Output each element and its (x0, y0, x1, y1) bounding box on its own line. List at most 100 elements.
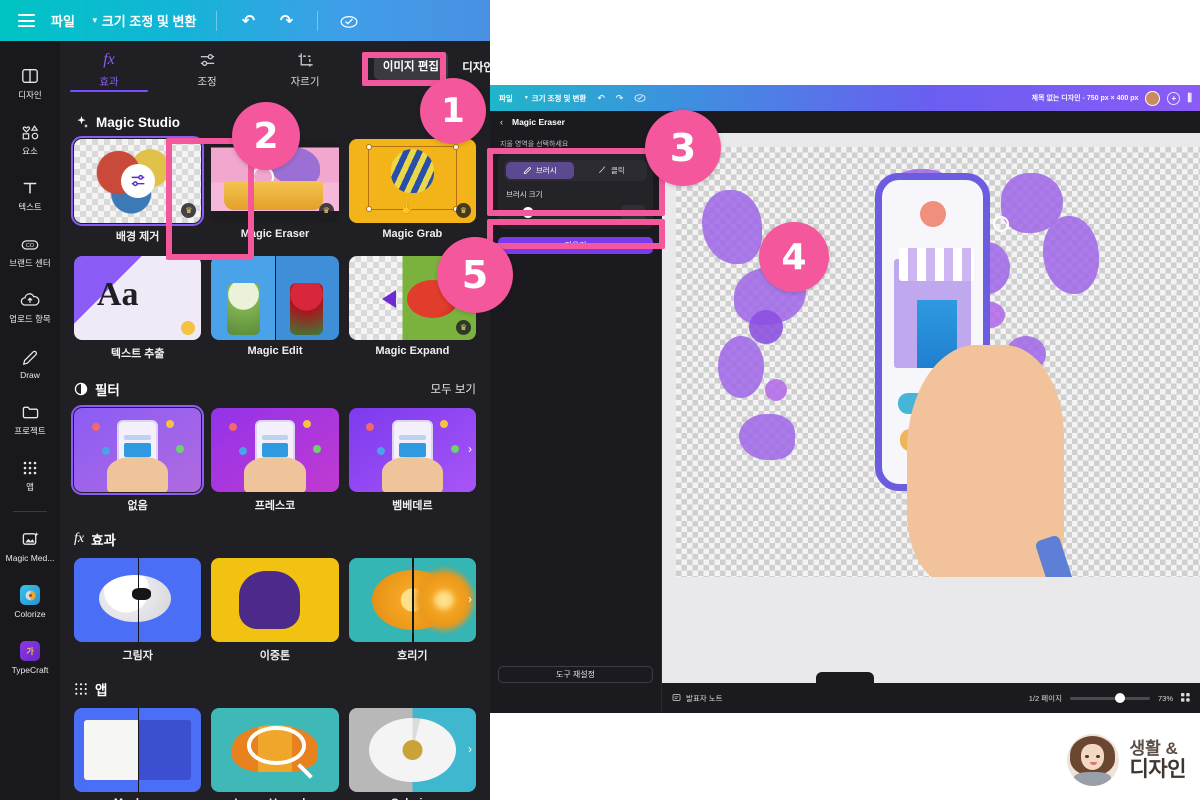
plus-icon[interactable]: + (1167, 91, 1181, 105)
card-text-extract[interactable]: Aa 텍스트 추출 (74, 256, 202, 361)
elements-icon (20, 121, 40, 143)
toolbar-divider-2 (317, 10, 319, 31)
notes-icon (672, 693, 681, 704)
crop-icon (296, 49, 315, 71)
bar-chart-icon[interactable]: ⫼ (1187, 93, 1192, 104)
sidebar-item-colorize[interactable]: Colorize (0, 574, 60, 630)
section-title: Magic Studio (96, 115, 180, 130)
card-filter-none[interactable]: 없음 (70, 405, 205, 513)
grid-view-icon[interactable] (1181, 692, 1190, 704)
sidebar-label: TypeCraft (11, 665, 49, 676)
zoom-slider[interactable] (1069, 692, 1150, 703)
fx-icon: fx (74, 531, 85, 546)
design-tab-label[interactable]: 디자인 (462, 59, 490, 75)
annotation-badge-4: 4 (759, 222, 829, 292)
cloud-check-icon[interactable] (634, 93, 646, 104)
design-icon (21, 65, 39, 87)
reset-tool-button[interactable]: 도구 재설정 (498, 666, 653, 683)
filters-next-arrow-icon[interactable]: › (461, 440, 479, 458)
tab-adjust[interactable]: 조정 (158, 41, 256, 97)
card-label: 프레스코 (254, 500, 296, 512)
apps-icon (22, 457, 38, 479)
inset-toolbar: 파일 ▼ 크기 조정 및 변환 ↶ ↷ 제목 없는 디자인 - 750 px ×… (490, 85, 1200, 111)
chevron-down-icon: ▼ (523, 95, 529, 101)
card-magic-grab[interactable]: ✋ ♛ Magic Grab (348, 139, 476, 244)
tab-crop[interactable]: 자르기 (256, 41, 354, 97)
effects-grid: 그림자 이중톤 흐리기 › (74, 558, 476, 663)
undo-icon[interactable]: ↶ (237, 10, 259, 32)
colorize-icon (20, 584, 40, 606)
card-filter-fresco[interactable]: 프레스코 (211, 408, 339, 513)
card-magic-edit[interactable]: Magic Edit (211, 256, 339, 361)
section-title: 효과 (91, 533, 116, 548)
thumbnail (74, 708, 202, 792)
inset-file-menu[interactable]: 파일 (499, 93, 513, 104)
redo-icon[interactable]: ↷ (275, 10, 297, 32)
see-all-filters[interactable]: 모두 보기 (430, 381, 476, 397)
sidebar-item-typecraft[interactable]: 가 TypeCraft (0, 630, 60, 686)
card-label: Magic Grab (382, 228, 443, 240)
sidebar-item-apps[interactable]: 앱 (0, 447, 60, 503)
tab-effects[interactable]: fx 효과 (60, 41, 158, 97)
split-line (412, 558, 414, 642)
thumbnail (211, 256, 339, 340)
resize-convert-menu[interactable]: ▼ 크기 조정 및 변환 (91, 11, 196, 30)
tab-label: 자르기 (290, 76, 320, 88)
sidebar-item-draw[interactable]: Draw (0, 335, 60, 391)
card-effect-blur[interactable]: 흐리기 (348, 558, 476, 663)
inset-subheader: ‹ Magic Eraser (490, 111, 662, 133)
card-app-image-upscaler[interactable]: Image Upscaler (211, 708, 339, 800)
effects-next-arrow-icon[interactable]: › (461, 590, 479, 608)
typecraft-badge: 가 (20, 641, 40, 662)
sidebar-item-elements[interactable]: 요소 (0, 111, 60, 167)
svg-text:CO: CO (26, 243, 34, 249)
inset-resize-menu[interactable]: ▼ 크기 조정 및 변환 (524, 93, 587, 104)
card-effect-shadow[interactable]: 그림자 (74, 558, 202, 663)
speaker-notes-button[interactable]: 발표자 노트 (672, 693, 723, 704)
card-app-colorize[interactable]: Colorize (348, 708, 476, 800)
portrait-shape (239, 571, 301, 629)
inset-canvas-stage[interactable] (662, 133, 1200, 683)
inset-toolbar-right: 제목 없는 디자인 - 750 px × 400 px + ⫼ (1032, 85, 1192, 111)
chevron-left-icon[interactable]: ‹ (500, 117, 503, 127)
sparkle-badge (181, 321, 196, 335)
page-tab-handle[interactable] (816, 672, 874, 683)
card-effect-duotone[interactable]: 이중톤 (211, 558, 339, 663)
redo-icon[interactable]: ↷ (616, 93, 624, 104)
sidebar-item-uploads[interactable]: 업로드 항목 (0, 279, 60, 335)
thumbnail (348, 558, 476, 642)
apps-grid-icon (74, 682, 88, 696)
card-filter-belvedere[interactable]: 벰베데르 (348, 408, 476, 513)
inset-status-bar: 발표자 노트 1/2 페이지 73% (662, 683, 1200, 713)
zoom-knob[interactable] (1114, 692, 1125, 703)
avatar[interactable] (1145, 90, 1161, 106)
panel-scroll-area[interactable]: Magic Studio ♛ 배경 제거 ♛ Magic Eraser ✋ ♛ … (60, 97, 490, 800)
split-line (274, 256, 277, 340)
inset-tool-title: Magic Eraser (512, 117, 565, 127)
uploads-icon (20, 289, 40, 311)
resize-convert-label: 크기 조정 및 변환 (101, 14, 197, 29)
sidebar-item-design[interactable]: 디자인 (0, 55, 60, 111)
thumbnail: ✋ ♛ (348, 139, 476, 223)
sidebar-item-projects[interactable]: 프로젝트 (0, 391, 60, 447)
apps-next-arrow-icon[interactable]: › (461, 740, 479, 758)
sidebar-label: 디자인 (18, 90, 42, 101)
magic-media-icon (21, 528, 40, 550)
crown-icon: ♛ (456, 320, 471, 335)
inset-zoom-controls: 1/2 페이지 73% (1029, 692, 1190, 704)
page-indicator[interactable]: 1/2 페이지 (1029, 693, 1062, 704)
cloud-check-icon[interactable] (338, 10, 360, 32)
thumbnail (211, 708, 339, 792)
hamburger-icon[interactable] (18, 14, 35, 27)
card-app-mockups[interactable]: Mockups (74, 708, 202, 800)
sidebar-item-text[interactable]: 텍스트 (0, 167, 60, 223)
sidebar-item-brand-center[interactable]: CO 브랜드 센터 (0, 223, 60, 279)
zoom-level[interactable]: 73% (1158, 694, 1173, 703)
file-menu[interactable]: 파일 (51, 11, 75, 30)
section-header-filters: 필터 모두 보기 (74, 379, 476, 399)
design-canvas[interactable] (676, 147, 1200, 577)
sidebar-item-magic-media[interactable]: Magic Med... (0, 518, 60, 574)
undo-icon[interactable]: ↶ (597, 93, 605, 104)
card-label: Magic Edit (247, 345, 303, 357)
hand-illustration (906, 344, 1075, 577)
